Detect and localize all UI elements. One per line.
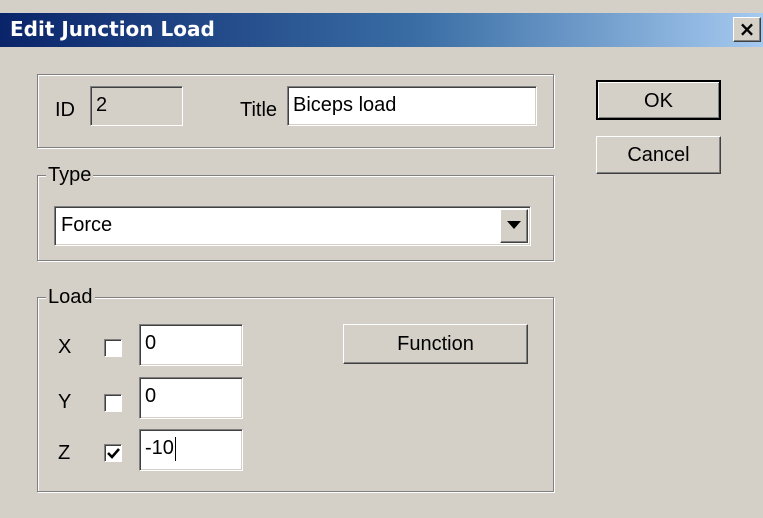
ok-button[interactable]: OK: [596, 80, 721, 120]
load-z-checkbox[interactable]: [104, 444, 122, 462]
load-x-label: X: [58, 336, 72, 358]
text-caret: [174, 436, 176, 461]
load-x-field[interactable]: 0: [139, 324, 243, 366]
load-z-label: Z: [58, 442, 71, 464]
title-label: Title: [240, 99, 278, 121]
close-icon: ×: [738, 17, 756, 41]
load-z-field[interactable]: -10: [139, 429, 243, 471]
id-label: ID: [55, 99, 75, 121]
cancel-button[interactable]: Cancel: [596, 136, 721, 174]
checkmark-icon: [107, 448, 120, 459]
load-x-checkbox[interactable]: [104, 339, 122, 357]
chevron-down-icon: [507, 221, 521, 229]
title-bar: Edit Junction Load ×: [0, 13, 763, 47]
type-legend: Type: [46, 163, 94, 187]
window-title: Edit Junction Load: [10, 17, 215, 41]
type-selected-value: Force: [61, 214, 113, 236]
load-legend: Load: [46, 285, 95, 309]
function-button[interactable]: Function: [343, 324, 528, 364]
load-y-label: Y: [58, 391, 72, 413]
id-field: 2: [90, 86, 183, 126]
load-z-value: -10: [145, 437, 174, 459]
type-select[interactable]: Force: [54, 206, 531, 246]
type-dropdown-button[interactable]: [500, 209, 528, 243]
title-field[interactable]: Biceps load: [287, 86, 537, 126]
load-y-checkbox[interactable]: [104, 394, 122, 412]
load-y-field[interactable]: 0: [139, 377, 243, 419]
close-button[interactable]: ×: [733, 17, 761, 42]
